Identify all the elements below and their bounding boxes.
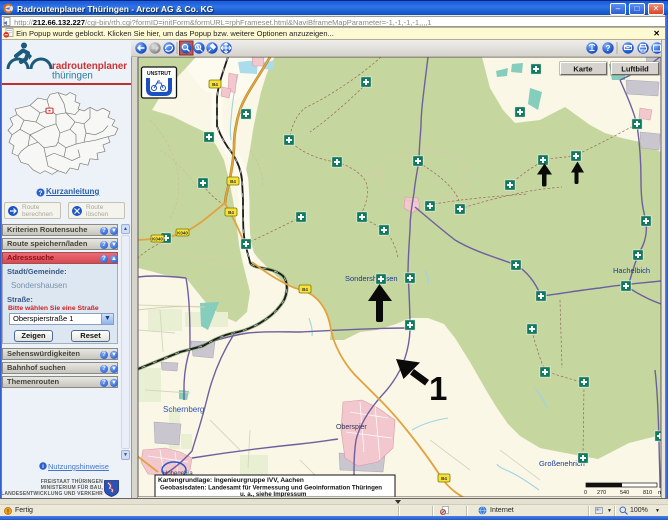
svg-text:Kartengrundlage: Ingenieurgrup: Kartengrundlage: Ingenieurgruppe IVV, Aa… bbox=[158, 477, 304, 484]
svg-text:B4: B4 bbox=[230, 179, 236, 184]
svg-text:540: 540 bbox=[620, 490, 629, 496]
svg-text:810: 810 bbox=[643, 490, 652, 496]
svg-text:B4: B4 bbox=[441, 476, 447, 481]
svg-text:!: ! bbox=[7, 509, 9, 515]
svg-text:B4: B4 bbox=[302, 287, 308, 292]
svg-text:thüringen: thüringen bbox=[52, 71, 93, 82]
svg-text:?: ? bbox=[606, 44, 611, 53]
svg-text:0: 0 bbox=[584, 490, 587, 496]
svg-text:1: 1 bbox=[429, 370, 447, 407]
svg-text:Karte: Karte bbox=[573, 65, 592, 74]
svg-text:Hachelbich: Hachelbich bbox=[613, 266, 650, 275]
svg-text:Schernberg: Schernberg bbox=[163, 405, 204, 414]
svg-text:UNSTRUT: UNSTRUT bbox=[147, 71, 171, 77]
svg-text:?: ? bbox=[39, 190, 43, 197]
svg-text:u. a., siehe Impressum: u. a., siehe Impressum bbox=[240, 491, 307, 497]
svg-text:Luftbild: Luftbild bbox=[621, 65, 649, 74]
svg-text:Oberspier: Oberspier bbox=[336, 424, 367, 431]
svg-text:270: 270 bbox=[597, 490, 606, 496]
svg-text:B4: B4 bbox=[228, 210, 234, 215]
svg-text:K040: K040 bbox=[177, 231, 188, 236]
svg-text:K040: K040 bbox=[152, 237, 163, 242]
svg-text:B4: B4 bbox=[212, 82, 218, 87]
svg-text:Sondersh​ausen: Sondersh​ausen bbox=[345, 274, 398, 283]
